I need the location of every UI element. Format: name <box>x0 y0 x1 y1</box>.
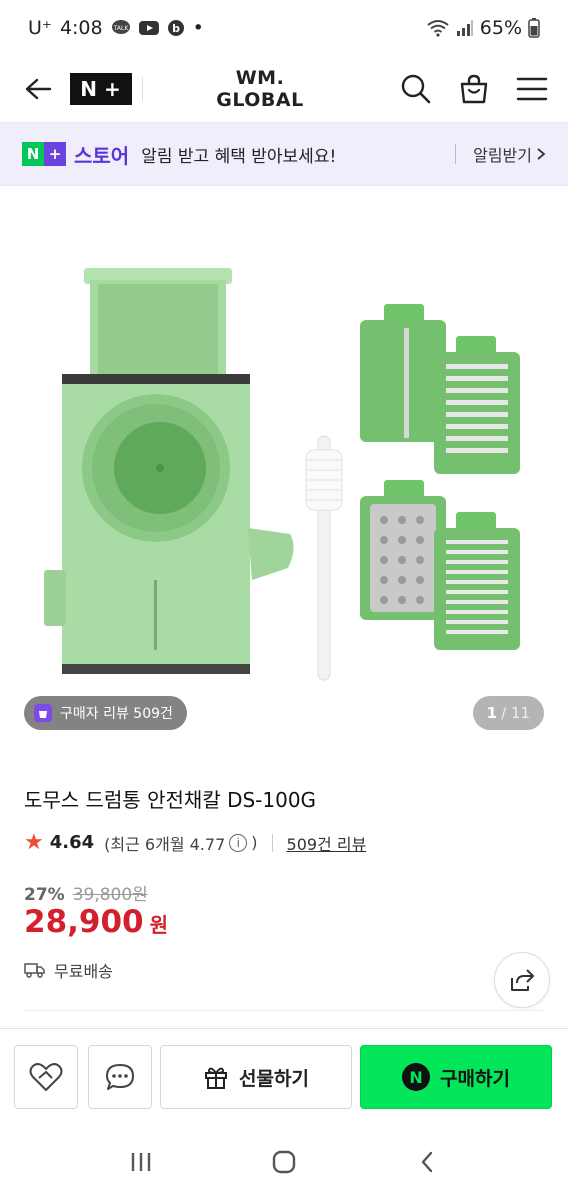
total-pages: / 11 <box>501 704 530 722</box>
svg-text:b: b <box>172 22 180 35</box>
youtube-notification-icon <box>138 20 159 36</box>
discount-row: 27% 39,800원 <box>24 880 148 905</box>
wishlist-button[interactable] <box>14 1045 78 1109</box>
sale-price: 28,900 <box>24 904 144 940</box>
cart-button[interactable] <box>456 71 492 107</box>
product-title: 도무스 드럼통 안전채칼 DS-100G <box>24 788 317 812</box>
delivery-truck-icon <box>24 963 45 978</box>
gift-button[interactable]: 선물하기 <box>160 1045 352 1109</box>
wifi-icon <box>426 19 450 37</box>
image-page-indicator: 1 / 11 <box>472 696 544 730</box>
menu-button[interactable] <box>514 71 550 107</box>
badge-plus-text: + <box>44 142 66 166</box>
product-photo-slicer <box>44 268 520 681</box>
status-bar: U⁺ 4:08 TALK b • 65% <box>0 0 568 56</box>
search-icon <box>401 74 431 104</box>
info-icon[interactable]: i <box>229 833 248 852</box>
home-icon <box>272 1150 296 1174</box>
talk-talk-chat-button[interactable] <box>88 1045 152 1109</box>
review-bag-icon <box>34 704 52 722</box>
shopping-bag-icon <box>460 74 488 104</box>
product-image-carousel[interactable]: 구매자 리뷰 509건 1 / 11 <box>0 188 568 748</box>
share-icon <box>511 969 534 991</box>
gift-label: 선물하기 <box>239 1067 309 1090</box>
system-navigation-bar <box>0 1124 568 1200</box>
naver-pay-n-icon: N <box>402 1063 431 1091</box>
more-notifications-dot: • <box>192 17 204 39</box>
rating-row: ★ 4.64 (최근 6개월 4.77 i ) 509건 리뷰 <box>24 830 366 855</box>
chat-bubble-icon <box>106 1064 134 1090</box>
banner-message: 알림 받고 혜택 받아보세요! <box>141 146 337 167</box>
band-notification-icon: b <box>167 19 185 37</box>
buy-now-button[interactable]: N 구매하기 <box>360 1045 552 1109</box>
naver-plus-logo[interactable]: N + <box>70 73 132 105</box>
recent-rating-text: (최근 6개월 4.77 <box>104 834 226 854</box>
gift-icon <box>205 1067 228 1089</box>
talk-notification-icon: TALK <box>111 19 131 37</box>
buyer-review-label: 구매자 리뷰 509건 <box>60 706 173 722</box>
subscribe-notification-link[interactable]: 알림받기 <box>473 142 546 166</box>
average-rating: 4.64 <box>49 832 95 853</box>
back-button[interactable] <box>20 71 56 107</box>
svg-text:TALK: TALK <box>112 25 129 32</box>
recent-rating-close: ) <box>251 833 258 852</box>
logo-plus-text: + <box>103 77 122 101</box>
header-divider <box>142 77 143 101</box>
logo-n-text: N <box>80 77 98 101</box>
recent-rating: (최근 6개월 4.77 i ) <box>104 831 257 855</box>
battery-percent: 65% <box>479 17 522 39</box>
recent-apps-button[interactable] <box>111 1137 171 1187</box>
search-button[interactable] <box>398 71 434 107</box>
bottom-action-bar: 선물하기 N 구매하기 <box>0 1028 568 1124</box>
rating-divider <box>271 833 273 852</box>
chevron-left-icon <box>421 1151 432 1173</box>
hamburger-menu-icon <box>516 77 548 101</box>
subscribe-label: 알림받기 <box>473 146 532 165</box>
badge-n-text: N <box>26 145 40 163</box>
current-page: 1 <box>486 704 498 722</box>
store-name-label: 스토어 <box>74 143 130 168</box>
original-price: 39,800원 <box>72 885 148 905</box>
recent-apps-icon <box>132 1153 151 1171</box>
battery-icon <box>528 18 540 38</box>
buy-label: 구매하기 <box>440 1067 510 1090</box>
naver-plus-store-badge: N + 스토어 <box>22 140 129 169</box>
signal-icon <box>456 19 474 37</box>
notification-banner[interactable]: N + 스토어 알림 받고 혜택 받아보세요! 알림받기 <box>0 122 568 186</box>
content-divider <box>24 1010 544 1011</box>
buyer-review-badge[interactable]: 구매자 리뷰 509건 <box>24 696 187 730</box>
sale-price-row: 28,900 원 <box>24 904 168 940</box>
discount-rate: 27% <box>24 885 65 905</box>
store-brand-title[interactable]: WM. GLOBAL <box>190 67 330 111</box>
home-button[interactable] <box>254 1137 314 1187</box>
chevron-right-icon <box>537 148 546 160</box>
app-header: N + WM. GLOBAL <box>0 56 568 122</box>
system-back-button[interactable] <box>397 1137 457 1187</box>
shipping-label: 무료배송 <box>54 962 113 981</box>
clock: 4:08 <box>59 17 103 39</box>
sale-price-unit: 원 <box>149 913 169 937</box>
star-icon: ★ <box>24 830 44 855</box>
share-button[interactable] <box>494 952 550 1008</box>
banner-divider <box>455 144 456 164</box>
review-count-link[interactable]: 509건 리뷰 <box>287 831 367 855</box>
heart-icon <box>29 1063 63 1091</box>
shipping-info: 무료배송 <box>24 958 113 982</box>
carrier-label: U⁺ <box>28 17 52 39</box>
back-arrow-icon <box>25 78 52 100</box>
